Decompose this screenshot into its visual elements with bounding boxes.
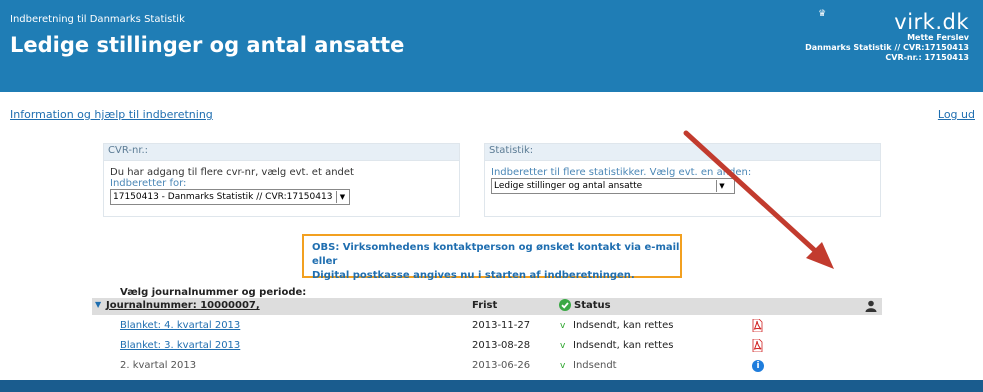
annotation-arrow — [683, 130, 834, 269]
